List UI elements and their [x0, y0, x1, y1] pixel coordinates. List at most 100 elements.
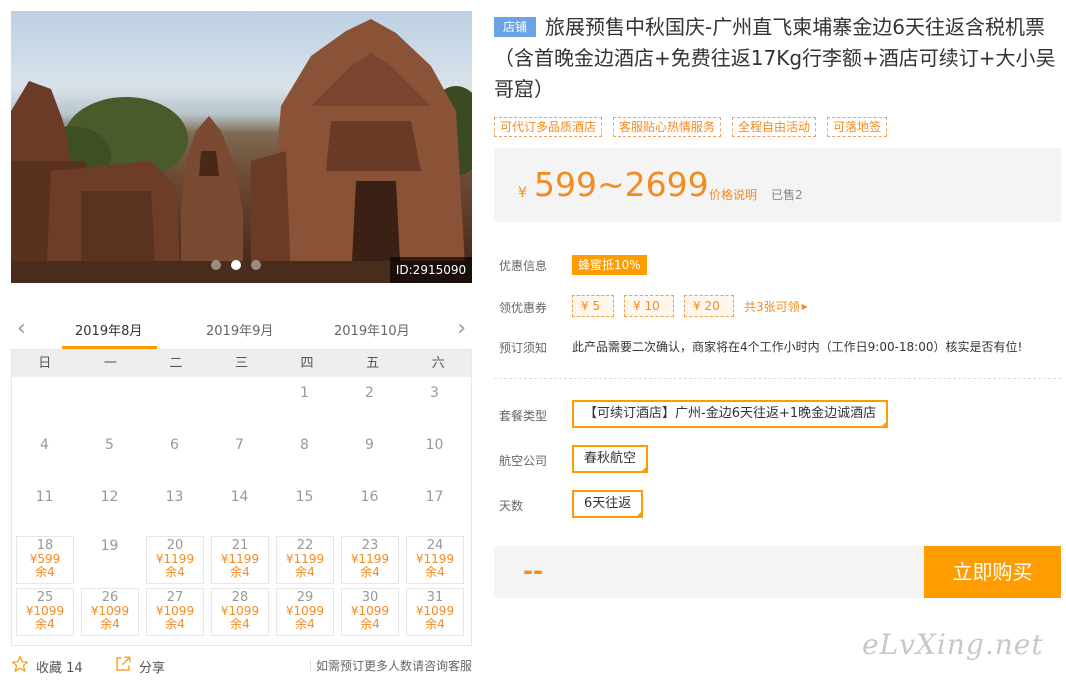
day-number: 23: [361, 538, 379, 553]
calendar-day-available[interactable]: 22 ¥1199 余4: [276, 536, 334, 584]
calendar-day: 13: [142, 481, 207, 533]
day-remaining: 余4: [425, 617, 445, 631]
feature-tag: 客服贴心热情服务: [613, 117, 722, 137]
day-number: 10: [425, 437, 444, 453]
calendar-day: 17: [402, 481, 467, 533]
feature-tags: 可代订多品质酒店 客服贴心热情服务 全程自由活动 可落地签: [494, 117, 888, 137]
feature-tag: 全程自由活动: [732, 117, 817, 137]
days-option-selected[interactable]: 6天往返: [572, 490, 644, 518]
calendar-day-available[interactable]: 23 ¥1199 余4: [341, 536, 399, 584]
calendar-day-available[interactable]: 31 ¥1099 余4: [406, 588, 464, 636]
honey-discount-badge: 蜂蜜抵10%: [572, 255, 647, 275]
tab-month-oct[interactable]: 2019年10月: [334, 320, 410, 339]
calendar-day-empty: [77, 377, 142, 429]
product-title-text: 旅展预售中秋国庆-广州直飞柬埔寨金边6天往返含税机票（含首晚金边酒店+免费往返1…: [494, 15, 1056, 101]
calendar-weekday-header: 日 一 二 三 四 五 六: [12, 350, 471, 377]
calendar-day: 8: [272, 429, 337, 481]
day-number: 18: [36, 538, 54, 553]
day-number: 7: [235, 437, 244, 453]
booking-notice-label: 预订须知: [499, 341, 548, 355]
purchase-bar: -- 立即购买: [494, 546, 1061, 598]
calendar-day: 1: [272, 377, 337, 429]
calendar-day-empty: [207, 377, 272, 429]
day-number: 5: [105, 437, 114, 453]
price-range: 599~2699: [534, 165, 709, 204]
slide-dot[interactable]: [251, 260, 261, 270]
calendar-day-available[interactable]: 27 ¥1099 余4: [146, 588, 204, 636]
calendar-day-available[interactable]: 26 ¥1099 余4: [81, 588, 139, 636]
tab-month-aug[interactable]: 2019年8月: [75, 320, 142, 339]
calendar-day-available[interactable]: 24 ¥1199 余4: [406, 536, 464, 584]
day-number: 2: [365, 385, 374, 401]
day-number: 16: [360, 489, 379, 505]
day-remaining: 余4: [425, 565, 445, 579]
day-number: 20: [166, 538, 184, 553]
coupon-10[interactable]: ¥ 10: [624, 295, 674, 317]
day-number: 24: [426, 538, 444, 553]
day-remaining: 余4: [295, 617, 315, 631]
package-option-selected[interactable]: 【可续订酒店】广州-金边6天往返+1晚金边诚酒店: [572, 400, 889, 428]
calendar-day-available[interactable]: 25 ¥1099 余4: [16, 588, 74, 636]
airline-option-selected[interactable]: 春秋航空: [572, 445, 649, 473]
photo-id-tag: ID:2915090: [390, 257, 472, 283]
day-number: 4: [40, 437, 49, 453]
chevron-right-icon[interactable]: ›: [457, 318, 466, 340]
package-type-label: 套餐类型: [499, 409, 548, 423]
calendar-day: 19: [77, 533, 142, 585]
day-number: 8: [300, 437, 309, 453]
consult-service-link[interactable]: 如需预订更多人数请咨询客服: [309, 657, 472, 674]
calendar-day: 7: [207, 429, 272, 481]
calendar-day-available[interactable]: 30 ¥1099 余4: [341, 588, 399, 636]
weekday-label: 三: [234, 356, 248, 371]
calendar-day: 5: [77, 429, 142, 481]
day-remaining: 余4: [165, 617, 185, 631]
day-number: 28: [231, 590, 249, 605]
share-button[interactable]: 分享: [114, 655, 165, 677]
caret-right-icon: ▶: [801, 301, 808, 311]
day-number: 21: [231, 538, 249, 553]
calendar-day: 11: [12, 481, 77, 533]
weekday-label: 日: [38, 356, 52, 371]
day-remaining: 余4: [35, 565, 55, 579]
calendar-day: 2: [337, 377, 402, 429]
coupon-more-link[interactable]: 共3张可领 ▶: [744, 298, 808, 315]
calendar-day-available[interactable]: 29 ¥1099 余4: [276, 588, 334, 636]
calendar-day-available[interactable]: 20 ¥1199 余4: [146, 536, 204, 584]
shop-badge[interactable]: 店铺: [494, 17, 536, 37]
day-number: 15: [295, 489, 314, 505]
slide-dot-active[interactable]: [231, 260, 241, 270]
booking-notice-text: 此产品需要二次确认，商家将在4个工作小时内（工作日9:00-18:00）核实是否…: [572, 340, 1023, 354]
feature-tag: 可落地签: [827, 117, 888, 137]
calendar-day-empty: [142, 377, 207, 429]
calendar-day: 14: [207, 481, 272, 533]
day-remaining: 余4: [35, 617, 55, 631]
calendar-day-available[interactable]: 18 ¥599 余4: [16, 536, 74, 584]
day-remaining: 余4: [360, 617, 380, 631]
chevron-left-icon[interactable]: ‹: [17, 318, 26, 340]
tab-month-sep[interactable]: 2019年9月: [206, 320, 273, 339]
calendar-day-available[interactable]: 21 ¥1199 余4: [211, 536, 269, 584]
share-icon: [114, 655, 132, 677]
day-number: 12: [100, 489, 119, 505]
day-remaining: 余4: [360, 565, 380, 579]
day-number: 17: [425, 489, 444, 505]
total-price-placeholder: --: [523, 557, 543, 585]
product-photo[interactable]: ID:2915090: [11, 11, 472, 283]
calendar-day-available[interactable]: 28 ¥1099 余4: [211, 588, 269, 636]
calendar-day: 15: [272, 481, 337, 533]
weekday-label: 四: [300, 356, 314, 371]
calendar-month-nav: ‹ 2019年8月 2019年9月 2019年10月 ›: [11, 312, 472, 350]
calendar-day-empty: [12, 377, 77, 429]
calendar-day: 12: [77, 481, 142, 533]
coupon-5[interactable]: ¥ 5: [572, 295, 614, 317]
coupon-more-label: 共3张可领: [744, 299, 800, 314]
weekday-label: 六: [431, 356, 445, 371]
day-number: 1: [300, 385, 309, 401]
coupon-20[interactable]: ¥ 20: [684, 295, 734, 317]
day-number: 19: [100, 538, 119, 554]
price-explain-link[interactable]: 价格说明: [709, 186, 757, 203]
favorite-button[interactable]: 收藏 14: [11, 655, 83, 677]
day-number: 27: [166, 590, 184, 605]
buy-now-button[interactable]: 立即购买: [924, 546, 1061, 598]
slide-dot[interactable]: [211, 260, 221, 270]
